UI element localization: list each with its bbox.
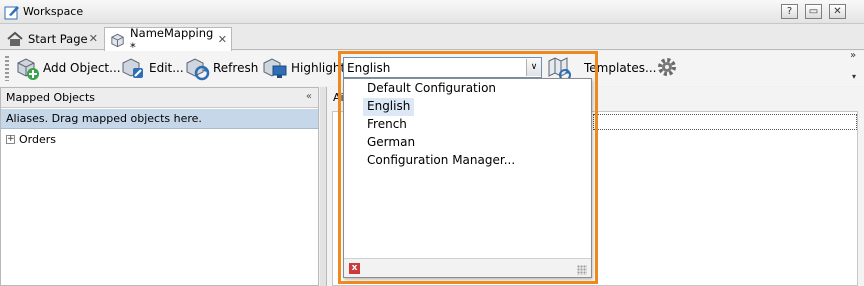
add-object-icon <box>17 58 39 80</box>
tree-item-orders[interactable]: + Orders <box>6 133 56 146</box>
collapse-icon[interactable]: « <box>306 91 312 102</box>
panel-title: Mapped Objects <box>6 91 95 104</box>
close-button[interactable]: ✕ <box>829 4 846 19</box>
tab-label: NameMapping * <box>130 25 214 54</box>
close-tab-icon[interactable]: ✕ <box>89 32 98 45</box>
workspace-icon <box>4 6 19 20</box>
restore-button[interactable]: ▭ <box>805 4 822 19</box>
tab-start-page[interactable]: Start Page ✕ <box>2 27 102 50</box>
tab-namemapping[interactable]: NameMapping * ✕ <box>104 25 232 54</box>
mapped-objects-panel: Mapped Objects « Aliases. Drag mapped ob… <box>0 87 319 286</box>
aliases-hint: Aliases. Drag mapped objects here. <box>1 109 318 129</box>
configuration-combobox[interactable]: English ∨ <box>343 57 542 78</box>
dropdown-item-french[interactable]: French <box>363 116 411 134</box>
resize-grip-icon[interactable] <box>577 265 587 275</box>
panel-header: Mapped Objects « <box>1 88 318 108</box>
expand-icon[interactable]: + <box>6 135 15 144</box>
dropdown-footer: x <box>344 258 591 277</box>
dropdown-item-german[interactable]: German <box>363 134 419 152</box>
gear-icon[interactable] <box>656 56 678 78</box>
add-object-label: Add Object... <box>43 61 121 75</box>
edit-label: Edit... <box>149 61 184 75</box>
tree-item-label: Orders <box>19 133 56 146</box>
refresh-label: Refresh <box>213 61 259 75</box>
panel-title: Ai <box>333 91 344 104</box>
toolbar-overflow-icon[interactable]: » <box>850 50 856 61</box>
refresh-button[interactable]: Refresh <box>184 54 258 82</box>
dropdown-item-english[interactable]: English <box>363 98 415 116</box>
edit-button[interactable]: Edit... <box>120 54 184 82</box>
window-title: Workspace <box>23 5 84 18</box>
home-icon <box>7 31 23 46</box>
close-tab-icon[interactable]: ✕ <box>218 33 227 46</box>
edit-icon <box>122 58 143 78</box>
configuration-dropdown-list: Default Configuration English French Ger… <box>343 78 592 278</box>
add-object-button[interactable]: Add Object... <box>14 54 121 82</box>
refresh-icon <box>186 58 210 81</box>
tab-strip: Start Page ✕ NameMapping * ✕ ∨ <box>0 24 864 66</box>
configuration-value: English <box>347 61 391 75</box>
chevron-down-icon[interactable]: ∨ <box>526 59 541 76</box>
focused-row[interactable] <box>593 114 857 130</box>
highlight-button[interactable]: Highlight <box>262 54 345 82</box>
close-icon[interactable]: x <box>349 263 360 274</box>
templates-button[interactable]: Templates... <box>584 54 656 82</box>
highlight-label: Highlight <box>291 61 346 75</box>
namemapping-icon <box>111 33 124 47</box>
help-button[interactable]: ? <box>781 4 798 19</box>
templates-label: Templates... <box>584 61 657 75</box>
toolbar-grip[interactable] <box>5 56 9 81</box>
dropdown-item-configuration-manager[interactable]: Configuration Manager... <box>363 152 519 170</box>
highlight-icon <box>263 58 287 78</box>
title-bar: Workspace ? ▭ ✕ <box>0 0 864 24</box>
tab-label: Start Page <box>28 31 88 46</box>
toolbar-options-icon[interactable]: ▾ <box>852 72 856 81</box>
dropdown-item-default-configuration[interactable]: Default Configuration <box>363 80 500 98</box>
